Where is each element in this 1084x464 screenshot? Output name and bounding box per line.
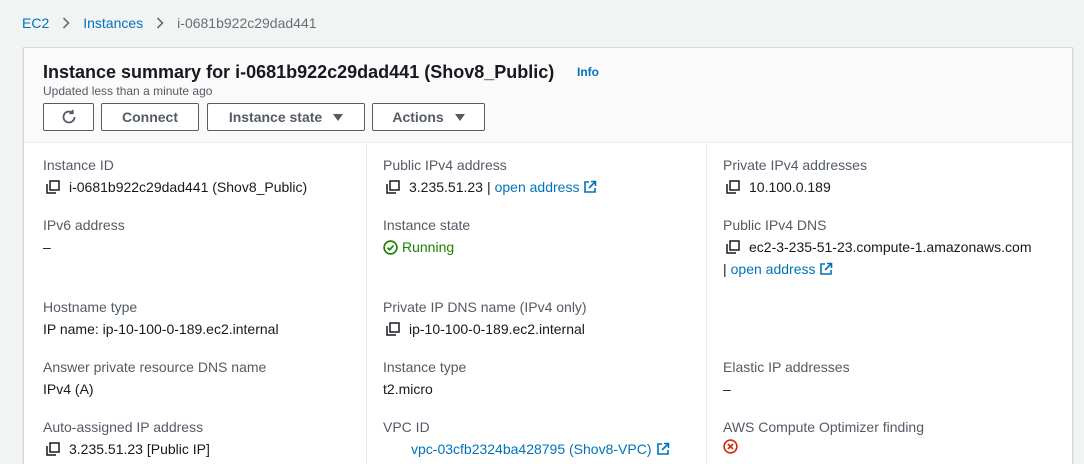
auto-ip-value: 3.235.51.23 [Public IP] — [69, 441, 210, 457]
separator: | — [486, 179, 491, 195]
instance-state-button[interactable]: Instance state — [207, 103, 365, 131]
instance-state-field: Instance state Running — [383, 215, 470, 257]
chevron-right-icon — [156, 17, 164, 29]
breadcrumb-ec2[interactable]: EC2 — [22, 15, 49, 31]
open-address-link[interactable]: open address — [731, 259, 816, 279]
instance-state-label: Instance state — [383, 217, 471, 233]
refresh-icon — [60, 108, 78, 126]
auto-ip-label: Auto-assigned IP address — [43, 419, 204, 435]
vpc-link[interactable]: vpc-03cfb2324ba428795 (Shov8-VPC) — [411, 439, 652, 459]
public-dns-field: Public IPv4 DNS ec2-3-235-51-23.compute-… — [723, 215, 1031, 279]
connect-button-label: Connect — [122, 109, 178, 125]
instance-state-button-label: Instance state — [228, 109, 323, 125]
hostname-type-field: Hostname type IP name: ip-10-100-0-189.e… — [43, 297, 279, 339]
answer-dns-label: Answer private resource DNS name — [43, 359, 267, 375]
vpc-field: VPC ID vpc-03cfb2324ba428795 (Shov8-VPC) — [383, 417, 670, 459]
check-circle-icon — [383, 239, 398, 255]
private-dns-label: Private IP DNS name (IPv4 only) — [383, 299, 587, 315]
breadcrumb-instances[interactable]: Instances — [83, 15, 143, 31]
copy-icon[interactable] — [46, 180, 60, 194]
elastic-ip-label: Elastic IP addresses — [723, 359, 850, 375]
elastic-ip-field: Elastic IP addresses – — [723, 357, 850, 399]
optimizer-label: AWS Compute Optimizer finding — [723, 419, 924, 435]
page-title: Instance summary for i-0681b922c29dad441… — [43, 62, 555, 82]
public-ipv4-label: Public IPv4 address — [383, 157, 507, 173]
actions-button-label: Actions — [392, 109, 444, 125]
instance-id-value: i-0681b922c29dad441 (Shov8_Public) — [69, 179, 308, 195]
error-circle-icon — [723, 439, 738, 454]
breadcrumb-current: i-0681b922c29dad441 — [177, 15, 317, 31]
external-link-icon[interactable] — [656, 442, 670, 456]
panel-header: Instance summary for i-0681b922c29dad441… — [24, 48, 1072, 143]
hostname-type-value: IP name: ip-10-100-0-189.ec2.internal — [43, 321, 279, 337]
private-dns-value: ip-10-100-0-189.ec2.internal — [409, 321, 585, 337]
instance-summary-panel: Instance summary for i-0681b922c29dad441… — [23, 47, 1073, 464]
auto-ip-field: Auto-assigned IP address 3.235.51.23 [Pu… — [43, 417, 210, 459]
copy-icon[interactable] — [386, 322, 400, 336]
caret-down-icon — [454, 113, 465, 121]
public-ipv4-value: 3.235.51.23 — [409, 179, 483, 195]
copy-icon[interactable] — [726, 240, 740, 254]
instance-id-label: Instance ID — [43, 157, 114, 173]
column-divider — [706, 144, 707, 464]
separator: | — [723, 261, 727, 277]
private-dns-field: Private IP DNS name (IPv4 only) ip-10-10… — [383, 297, 587, 339]
private-ipv4-field: Private IPv4 addresses 10.100.0.189 — [723, 155, 867, 197]
column-divider — [366, 144, 367, 464]
refresh-button[interactable] — [43, 103, 94, 131]
copy-icon[interactable] — [46, 442, 60, 456]
instance-id-field: Instance ID i-0681b922c29dad441 (Shov8_P… — [43, 155, 307, 197]
ipv6-value: – — [43, 239, 51, 255]
breadcrumb: EC2 Instances i-0681b922c29dad441 — [22, 13, 317, 33]
public-dns-value: ec2-3-235-51-23.compute-1.amazonaws.com — [749, 239, 1032, 255]
ipv6-field: IPv6 address – — [43, 215, 125, 257]
elastic-ip-value: – — [723, 381, 731, 397]
optimizer-field: AWS Compute Optimizer finding — [723, 417, 924, 454]
actions-button[interactable]: Actions — [372, 103, 485, 131]
caret-down-icon — [333, 113, 344, 121]
instance-type-value: t2.micro — [383, 381, 433, 397]
ipv6-label: IPv6 address — [43, 217, 125, 233]
chevron-right-icon — [62, 17, 70, 29]
public-dns-label: Public IPv4 DNS — [723, 217, 827, 233]
connect-button[interactable]: Connect — [101, 103, 199, 131]
public-ipv4-field: Public IPv4 address 3.235.51.23 | open a… — [383, 155, 597, 197]
external-link-icon[interactable] — [819, 262, 833, 276]
answer-dns-field: Answer private resource DNS name IPv4 (A… — [43, 357, 266, 399]
vpc-label: VPC ID — [383, 419, 430, 435]
updated-text: Updated less than a minute ago — [43, 84, 213, 98]
info-link[interactable]: Info — [577, 65, 599, 79]
private-ipv4-label: Private IPv4 addresses — [723, 157, 867, 173]
answer-dns-value: IPv4 (A) — [43, 381, 94, 397]
copy-icon[interactable] — [726, 180, 740, 194]
external-link-icon[interactable] — [583, 180, 597, 194]
private-ipv4-value: 10.100.0.189 — [749, 179, 831, 195]
open-address-link[interactable]: open address — [495, 177, 580, 197]
hostname-type-label: Hostname type — [43, 299, 138, 315]
instance-type-field: Instance type t2.micro — [383, 357, 466, 399]
instance-type-label: Instance type — [383, 359, 467, 375]
instance-state-value: Running — [402, 239, 455, 255]
copy-icon[interactable] — [386, 180, 400, 194]
